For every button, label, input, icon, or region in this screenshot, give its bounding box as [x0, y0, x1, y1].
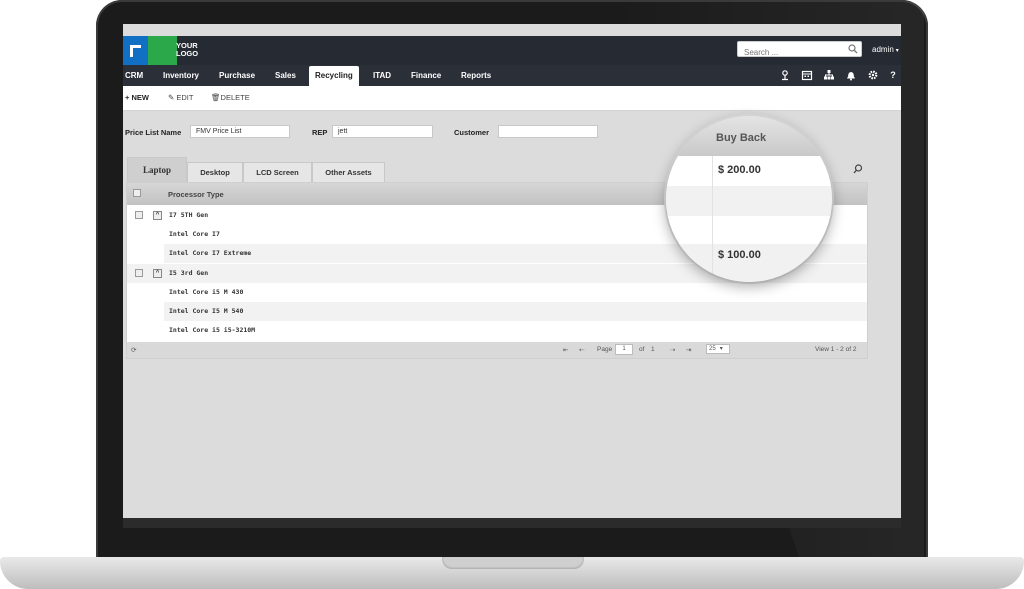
search-icon[interactable] — [848, 44, 858, 54]
collapse-toggle-icon[interactable]: ^ — [153, 211, 162, 220]
grid-pager: ⟳ ⇤ ⇠ Page 1 of 1 ⇢ ⇥ 25 ▾ View 1 - 2 of … — [127, 342, 867, 358]
rep-label: REP — [312, 128, 328, 137]
of-label: of — [639, 346, 645, 353]
row-label: Intel Core i5 M 430 — [169, 288, 244, 296]
magnifier-column-divider — [712, 156, 713, 282]
row-label: Intel Core I7 Extreme — [169, 249, 252, 257]
laptop-base-notch — [442, 557, 584, 569]
logo-text: YOUR LOGO — [176, 42, 198, 58]
buy-back-value-1: $ 200.00 — [718, 164, 761, 176]
user-menu[interactable]: admin ▾ — [872, 45, 899, 54]
row-checkbox[interactable] — [135, 211, 143, 219]
chevron-down-icon: ▾ — [895, 48, 899, 54]
row-label: Intel Core i5 i5-3210M — [169, 326, 256, 334]
tab-other-assets[interactable]: Other Assets — [312, 162, 385, 182]
trash-icon: 🗑 — [211, 93, 221, 102]
first-page-icon[interactable]: ⇤ — [563, 346, 568, 354]
table-row[interactable]: Intel Core i5 M 430 — [127, 283, 867, 302]
group-label: I5 3rd Gen — [169, 269, 209, 277]
bell-icon[interactable] — [845, 69, 857, 81]
edit-label: EDIT — [176, 93, 194, 102]
magnifier-row — [666, 186, 832, 217]
logo-blue-block[interactable] — [123, 36, 148, 65]
org-chart-icon[interactable] — [823, 69, 835, 81]
nav-itad[interactable]: ITAD — [373, 65, 391, 86]
logo-text-line2: LOGO — [176, 49, 199, 58]
magnifier-row: $ 100.00 — [666, 244, 832, 282]
new-button[interactable]: + NEW — [125, 93, 149, 102]
nav-reports[interactable]: Reports — [461, 65, 491, 86]
page-number-input[interactable]: 1 — [615, 344, 633, 355]
row-checkbox[interactable] — [135, 269, 143, 277]
customer-label: Customer — [454, 128, 490, 137]
buy-back-column-header: Buy Back — [716, 132, 767, 144]
price-list-field[interactable]: FMV Price List — [190, 125, 290, 138]
pencil-icon: ✎ — [168, 93, 175, 102]
row-label: Intel Core I5 M 540 — [169, 307, 244, 315]
main-nav: CRM Inventory Purchase Sales Recycling I… — [123, 65, 901, 86]
page-size-select[interactable]: 25 ▾ — [706, 344, 730, 354]
prev-page-icon[interactable]: ⇠ — [579, 346, 584, 354]
customer-field[interactable] — [498, 125, 598, 138]
user-pin-icon[interactable] — [779, 69, 791, 81]
page-size-value: 25 — [709, 346, 716, 352]
nav-recycling[interactable]: Recycling — [309, 66, 359, 86]
logo-mark-icon — [130, 45, 141, 57]
buy-back-value-2: $ 100.00 — [718, 249, 761, 261]
row-label: Intel Core I7 — [169, 230, 220, 238]
global-search — [737, 41, 862, 60]
grid-search-icon[interactable] — [853, 164, 863, 174]
column-header-processor-type[interactable]: Processor Type — [168, 190, 224, 199]
user-name: admin — [872, 45, 894, 54]
magnifier-header: Buy Back — [666, 116, 832, 156]
edit-button[interactable]: ✎ EDIT — [168, 93, 193, 102]
view-count: View 1 - 2 of 2 — [815, 346, 857, 353]
app-screen: YOUR LOGO admin▾ CRM Inventory Purchase … — [123, 24, 901, 518]
collapse-toggle-icon[interactable]: ^ — [153, 269, 162, 278]
action-bar: + NEW ✎ EDIT 🗑DELETE — [123, 86, 901, 111]
page-label: Page — [597, 346, 613, 353]
help-icon[interactable]: ? — [887, 69, 899, 81]
logo-green-block[interactable]: YOUR LOGO — [148, 36, 198, 65]
calendar-icon[interactable] — [801, 69, 813, 81]
last-page-icon[interactable]: ⇥ — [686, 346, 691, 354]
group-label: I7 5TH Gen — [169, 211, 209, 219]
magnifier-row: $ 200.00 — [666, 156, 832, 187]
magnifier-row — [666, 216, 832, 247]
rep-field[interactable]: jett — [332, 125, 433, 138]
price-list-label: Price List Name — [125, 128, 182, 137]
nav-inventory[interactable]: Inventory — [163, 65, 199, 86]
tab-lcd-screen[interactable]: LCD Screen — [243, 162, 312, 182]
screen-bezel-bottom — [123, 518, 901, 528]
nav-sales[interactable]: Sales — [275, 65, 296, 86]
table-row[interactable]: Intel Core i5 i5-3210M — [127, 321, 867, 340]
next-page-icon[interactable]: ⇢ — [670, 346, 675, 354]
refresh-icon[interactable]: ⟳ — [131, 346, 136, 354]
delete-button[interactable]: 🗑DELETE — [211, 93, 250, 102]
nav-crm[interactable]: CRM — [125, 65, 143, 86]
chevron-down-icon: ▾ — [719, 346, 723, 352]
search-input[interactable] — [738, 45, 844, 60]
delete-label: DELETE — [220, 93, 250, 102]
nav-finance[interactable]: Finance — [411, 65, 441, 86]
select-all-checkbox[interactable] — [133, 189, 141, 197]
gear-icon[interactable] — [867, 69, 879, 81]
total-pages: 1 — [651, 346, 655, 353]
tab-desktop[interactable]: Desktop — [187, 162, 243, 182]
table-row[interactable]: Intel Core I5 M 540 — [127, 302, 867, 321]
nav-purchase[interactable]: Purchase — [219, 65, 255, 86]
tab-laptop[interactable]: Laptop — [127, 157, 187, 182]
zoom-magnifier: Buy Back $ 200.00 $ 100.00 — [666, 116, 832, 282]
top-bar: YOUR LOGO admin▾ — [123, 36, 901, 65]
